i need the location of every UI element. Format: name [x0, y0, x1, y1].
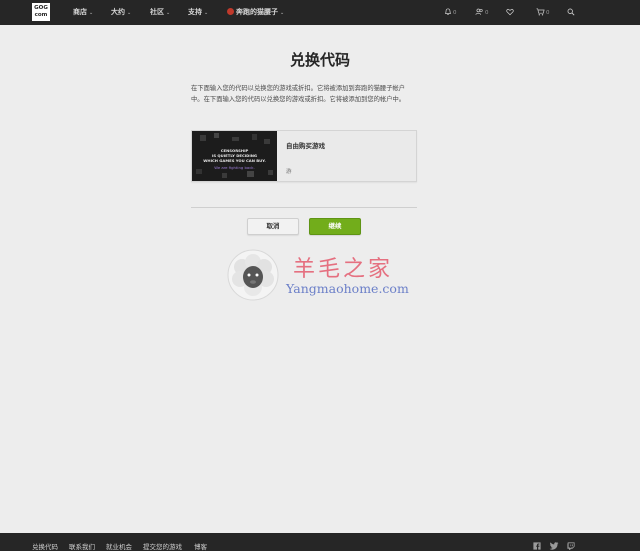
search-button[interactable]: [567, 0, 575, 25]
nav-community[interactable]: 社区 ⌄: [150, 0, 170, 25]
footer-link-redeem[interactable]: 兑换代码: [32, 533, 58, 551]
notifications-count: 0: [453, 10, 457, 16]
product-platform: 游: [286, 169, 292, 175]
facebook-icon[interactable]: [533, 542, 541, 550]
product-card: CENSORSHIP IS QUIETLY DECIDING WHICH GAM…: [191, 130, 417, 182]
twitter-icon[interactable]: [549, 542, 559, 550]
friends-count: 0: [485, 10, 489, 16]
avatar: [227, 8, 234, 15]
twitch-icon[interactable]: [567, 542, 575, 550]
sheep-logo-icon: [227, 249, 279, 301]
chevron-down-icon: ⌄: [89, 10, 94, 16]
chevron-down-icon: ⌄: [127, 10, 132, 16]
search-icon: [567, 8, 575, 16]
footer: 兑换代码 联系我们 就业机会 提交您的游戏 博客: [0, 533, 640, 551]
watermark-english: Yangmaohome.com: [286, 281, 409, 296]
wishlist-button[interactable]: [506, 0, 514, 25]
image-caption-line3: WHICH GAMES YOU CAN BUY.: [203, 158, 266, 163]
chevron-down-icon: ⌄: [280, 10, 285, 16]
bell-icon: [445, 8, 451, 15]
gog-logo[interactable]: GOG com: [32, 3, 50, 21]
nav-store-label: 商店: [73, 8, 87, 16]
chevron-down-icon: ⌄: [204, 10, 209, 16]
nav-user-menu[interactable]: 奔跑的猫腰子 ⌄: [227, 0, 284, 25]
friends-button[interactable]: 0: [475, 0, 489, 25]
nav-support[interactable]: 支持 ⌄: [188, 0, 208, 25]
notifications-button[interactable]: 0: [444, 0, 457, 25]
footer-link-contact[interactable]: 联系我们: [69, 533, 95, 551]
footer-link-submit-game[interactable]: 提交您的游戏: [143, 533, 182, 551]
cancel-button[interactable]: 取消: [247, 218, 299, 235]
product-name: 自由购买游戏: [286, 142, 325, 150]
logo-line2: com: [34, 11, 48, 18]
page-title: 兑换代码: [289, 51, 350, 69]
redeem-description: 在下面输入您的代码以兑换您的游戏或折扣。它将被添加到奔跑的猫腰子帐户中。在下面输…: [191, 85, 406, 103]
friends-icon: [475, 8, 483, 15]
nav-about[interactable]: 大约 ⌄: [111, 0, 131, 25]
nav-community-label: 社区: [150, 8, 164, 16]
continue-button[interactable]: 继续: [309, 218, 361, 235]
footer-link-blog[interactable]: 博客: [194, 533, 207, 551]
watermark-chinese: 羊毛之家: [293, 257, 394, 282]
image-caption-line4: We are fighting back.: [214, 165, 255, 170]
nav-store[interactable]: 商店 ⌄: [73, 0, 93, 25]
cart-icon: [536, 8, 545, 16]
top-navigation-bar: GOG com 商店 ⌄ 大约 ⌄ 社区 ⌄ 支持 ⌄ 奔跑的猫腰子 ⌄ 0 0 0: [0, 0, 640, 25]
nav-about-label: 大约: [111, 8, 125, 16]
product-info: 自由购买游戏 游: [277, 131, 416, 181]
logo-line1: GOG: [34, 5, 48, 11]
nav-username: 奔跑的猫腰子: [236, 8, 278, 16]
chevron-down-icon: ⌄: [166, 10, 171, 16]
product-image: CENSORSHIP IS QUIETLY DECIDING WHICH GAM…: [192, 131, 277, 181]
product-image-caption: CENSORSHIP IS QUIETLY DECIDING WHICH GAM…: [192, 148, 277, 170]
nav-support-label: 支持: [188, 8, 202, 16]
divider: [191, 207, 417, 208]
heart-icon: [506, 8, 514, 16]
cart-button[interactable]: 0: [536, 0, 550, 25]
footer-link-careers[interactable]: 就业机会: [106, 533, 132, 551]
cart-count: 0: [546, 10, 550, 16]
